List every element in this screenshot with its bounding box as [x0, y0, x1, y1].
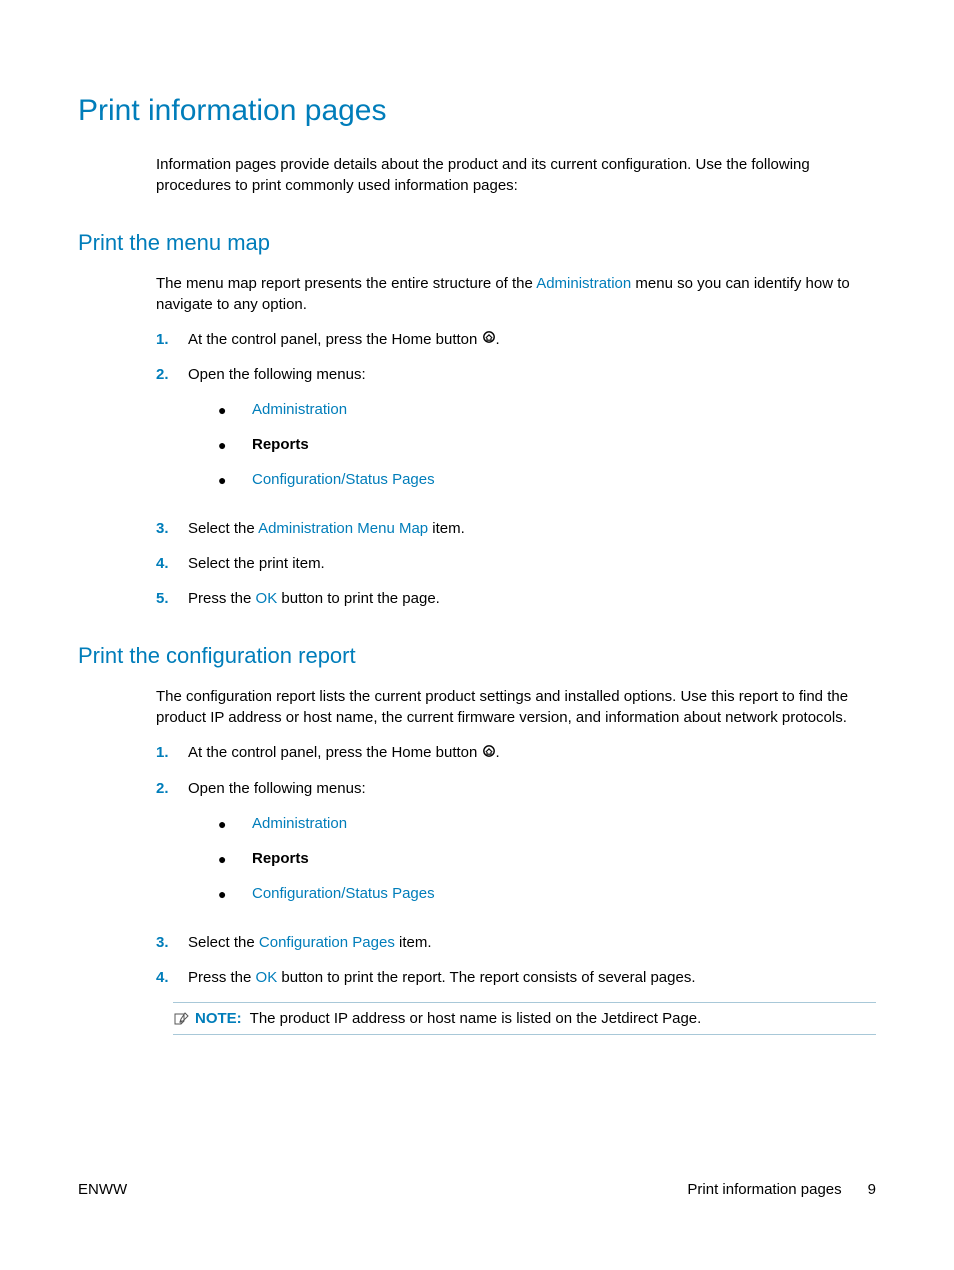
- list-number: 2.: [156, 778, 188, 799]
- list-number: 3.: [156, 932, 188, 953]
- list-number: 1.: [156, 329, 188, 350]
- text: item.: [428, 520, 465, 537]
- list-item: 4. Select the print item.: [156, 553, 876, 574]
- list-item: ● Administration: [218, 399, 876, 420]
- list-item: 3. Select the Configuration Pages item.: [156, 932, 876, 953]
- footer-left: ENWW: [78, 1179, 127, 1200]
- home-icon: [482, 328, 496, 349]
- list-body: Select the print item.: [188, 553, 876, 574]
- text: The menu map report presents the entire …: [156, 275, 536, 292]
- note-text: The product IP address or host name is l…: [250, 1010, 702, 1027]
- text: At the control panel, press the Home but…: [188, 744, 482, 761]
- list-number: 1.: [156, 742, 188, 763]
- text: Select the: [188, 934, 259, 951]
- text: Select the: [188, 520, 258, 537]
- bullet-icon: ●: [218, 401, 252, 421]
- text: Press the: [188, 590, 256, 607]
- bullet-icon: ●: [218, 885, 252, 905]
- list-item: 1. At the control panel, press the Home …: [156, 742, 876, 764]
- page-title: Print information pages: [78, 90, 876, 132]
- admin-menu-map-link[interactable]: Administration Menu Map: [258, 520, 428, 537]
- bullet-list: ● Administration ● Reports ● Configurati…: [218, 399, 876, 490]
- config-pages-link[interactable]: Configuration Pages: [259, 934, 395, 951]
- administration-link[interactable]: Administration: [536, 275, 631, 292]
- list-item: ● Reports: [218, 434, 876, 455]
- list-item: ● Administration: [218, 813, 876, 834]
- list-number: 5.: [156, 588, 188, 609]
- list-body: At the control panel, press the Home but…: [188, 742, 876, 764]
- ordered-list-1: 1. At the control panel, press the Home …: [156, 329, 876, 610]
- text: .: [496, 331, 500, 348]
- list-item: 2. Open the following menus: ● Administr…: [156, 364, 876, 504]
- list-item: 5. Press the OK button to print the page…: [156, 588, 876, 609]
- text: At the control panel, press the Home but…: [188, 331, 482, 348]
- list-item: 1. At the control panel, press the Home …: [156, 329, 876, 351]
- page-footer: ENWW Print information pages 9: [78, 1179, 876, 1200]
- bullet-icon: ●: [218, 436, 252, 456]
- bullet-icon: ●: [218, 815, 252, 835]
- reports-label: Reports: [252, 434, 309, 455]
- list-item: 2. Open the following menus: ● Administr…: [156, 778, 876, 918]
- list-body: Select the Administration Menu Map item.: [188, 518, 876, 539]
- note-label: NOTE:: [195, 1010, 242, 1027]
- list-item: 4. Press the OK button to print the repo…: [156, 967, 876, 988]
- section1-intro: The menu map report presents the entire …: [156, 273, 876, 315]
- list-item: ● Configuration/Status Pages: [218, 469, 876, 490]
- list-body: Open the following menus: ● Administrati…: [188, 778, 876, 918]
- administration-link[interactable]: Administration: [252, 813, 347, 834]
- reports-label: Reports: [252, 848, 309, 869]
- config-status-link[interactable]: Configuration/Status Pages: [252, 883, 435, 904]
- list-body: Press the OK button to print the report.…: [188, 967, 876, 988]
- bullet-icon: ●: [218, 471, 252, 491]
- list-body: At the control panel, press the Home but…: [188, 329, 876, 351]
- ok-link[interactable]: OK: [256, 969, 278, 986]
- list-number: 2.: [156, 364, 188, 385]
- text: button to print the report. The report c…: [277, 969, 695, 986]
- home-icon: [482, 742, 496, 763]
- section2-intro: The configuration report lists the curre…: [156, 686, 876, 728]
- bullet-list: ● Administration ● Reports ● Configurati…: [218, 813, 876, 904]
- list-number: 4.: [156, 553, 188, 574]
- section-heading-config-report: Print the configuration report: [78, 641, 876, 672]
- text: Press the: [188, 969, 256, 986]
- note-icon: [173, 1011, 189, 1025]
- ordered-list-2: 1. At the control panel, press the Home …: [156, 742, 876, 988]
- text: .: [496, 744, 500, 761]
- text: button to print the page.: [277, 590, 440, 607]
- footer-section-title: Print information pages: [687, 1179, 841, 1200]
- page-number: 9: [868, 1179, 876, 1200]
- intro-paragraph: Information pages provide details about …: [156, 154, 876, 196]
- text: item.: [395, 934, 432, 951]
- list-number: 4.: [156, 967, 188, 988]
- list-body: Select the Configuration Pages item.: [188, 932, 876, 953]
- list-item: ● Reports: [218, 848, 876, 869]
- section-heading-menu-map: Print the menu map: [78, 228, 876, 259]
- list-item: ● Configuration/Status Pages: [218, 883, 876, 904]
- administration-link[interactable]: Administration: [252, 399, 347, 420]
- footer-right: Print information pages 9: [687, 1179, 876, 1200]
- list-item: 3. Select the Administration Menu Map it…: [156, 518, 876, 539]
- list-body: Press the OK button to print the page.: [188, 588, 876, 609]
- text: Open the following menus:: [188, 366, 366, 383]
- note-content: NOTE: The product IP address or host name…: [195, 1008, 701, 1029]
- config-status-link[interactable]: Configuration/Status Pages: [252, 469, 435, 490]
- text: Open the following menus:: [188, 780, 366, 797]
- bullet-icon: ●: [218, 850, 252, 870]
- ok-link[interactable]: OK: [256, 590, 278, 607]
- list-body: Open the following menus: ● Administrati…: [188, 364, 876, 504]
- note-block: NOTE: The product IP address or host name…: [173, 1002, 876, 1035]
- list-number: 3.: [156, 518, 188, 539]
